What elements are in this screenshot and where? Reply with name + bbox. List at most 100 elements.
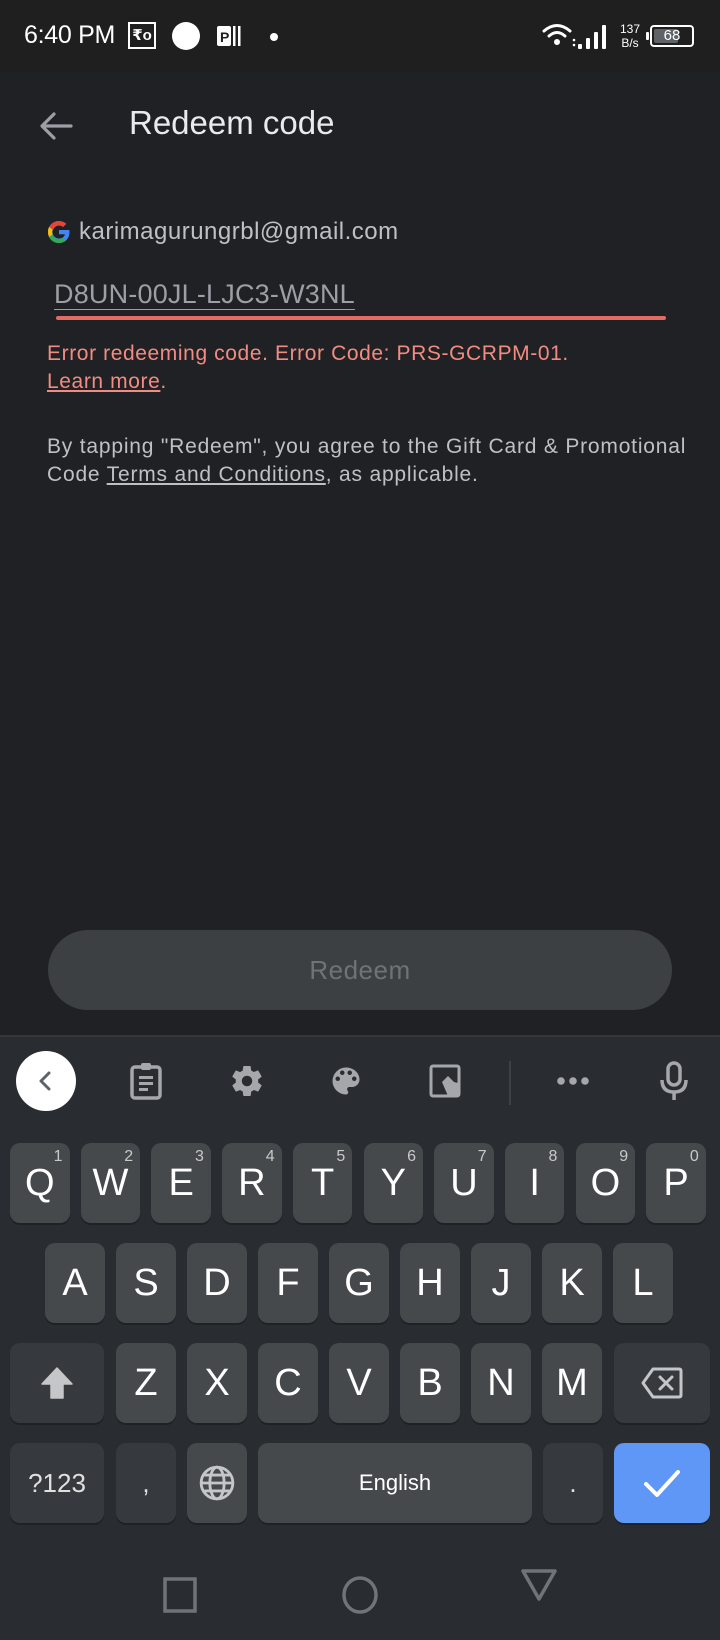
code-input[interactable] xyxy=(54,270,664,318)
key-hint: 7 xyxy=(477,1148,487,1165)
key-hint: 5 xyxy=(336,1148,346,1165)
settings-button[interactable] xyxy=(225,1059,269,1103)
network-speed: 137 B/s xyxy=(617,22,643,50)
error-suffix: . xyxy=(160,370,167,393)
key-hint: 1 xyxy=(53,1148,63,1165)
key-d[interactable]: D xyxy=(187,1243,247,1323)
terms-suffix: , as applicable. xyxy=(325,463,479,486)
key-hint: 0 xyxy=(689,1148,699,1165)
learn-more-link[interactable]: Learn more xyxy=(47,370,160,393)
shift-icon xyxy=(41,1367,73,1399)
terms-text: By tapping "Redeem", you agree to the Gi… xyxy=(47,433,697,489)
period-key[interactable]: . xyxy=(543,1443,603,1523)
key-label: W xyxy=(92,1161,129,1204)
key-label: O xyxy=(590,1161,621,1204)
home-button[interactable] xyxy=(335,1570,385,1620)
shift-key[interactable] xyxy=(10,1343,104,1423)
account-row: karimagurungrbl@gmail.com xyxy=(47,218,399,246)
key-n[interactable]: N xyxy=(471,1343,531,1423)
status-bar: 6:40 PM ₹o P 137 B/s 68 xyxy=(0,0,720,72)
terms-link[interactable]: Terms and Conditions xyxy=(107,463,326,486)
key-hint: 4 xyxy=(265,1148,275,1165)
theme-button[interactable] xyxy=(324,1059,368,1103)
one-handed-mode-button[interactable] xyxy=(424,1059,468,1103)
arrow-left-icon xyxy=(40,112,73,140)
key-k[interactable]: K xyxy=(542,1243,602,1323)
key-m[interactable]: M xyxy=(542,1343,602,1423)
battery-level: 68 xyxy=(663,27,681,44)
back-triangle-icon xyxy=(521,1569,557,1601)
key-h[interactable]: H xyxy=(400,1243,460,1323)
globe-icon xyxy=(199,1465,235,1501)
back-button[interactable] xyxy=(34,104,78,148)
language-key[interactable] xyxy=(187,1443,247,1523)
key-c[interactable]: C xyxy=(258,1343,318,1423)
clipboard-button[interactable] xyxy=(124,1059,168,1103)
account-email: karimagurungrbl@gmail.com xyxy=(79,218,399,245)
key-q[interactable]: Q1 xyxy=(10,1143,70,1223)
microphone-icon xyxy=(660,1061,688,1100)
key-v[interactable]: V xyxy=(329,1343,389,1423)
key-label: T xyxy=(310,1161,335,1204)
rupee-icon: ₹o xyxy=(128,22,156,49)
code-field[interactable] xyxy=(54,270,666,326)
symbols-key[interactable]: ?123 xyxy=(10,1443,104,1523)
network-speed-value: 137 xyxy=(619,22,641,36)
key-y[interactable]: Y6 xyxy=(363,1143,423,1223)
key-f[interactable]: F xyxy=(258,1243,318,1323)
key-label: U xyxy=(450,1161,478,1204)
key-s[interactable]: S xyxy=(116,1243,176,1323)
gear-icon xyxy=(232,1066,262,1097)
key-a[interactable]: A xyxy=(45,1243,105,1323)
key-e[interactable]: E3 xyxy=(151,1143,211,1223)
toolbar-divider xyxy=(509,1061,511,1105)
enter-key[interactable] xyxy=(614,1443,710,1523)
key-b[interactable]: B xyxy=(400,1343,460,1423)
key-hint: 9 xyxy=(619,1148,629,1165)
key-g[interactable]: G xyxy=(329,1243,389,1323)
battery-icon: 68 xyxy=(646,25,694,47)
key-o[interactable]: O9 xyxy=(575,1143,636,1223)
backspace-key[interactable] xyxy=(614,1343,710,1423)
signal-icon xyxy=(578,25,606,49)
recents-button[interactable] xyxy=(155,1570,205,1620)
nav-back-button[interactable] xyxy=(514,1560,564,1610)
keyboard: Q1W2E3R4T5Y6U7I8O9P0 ASDFGHJKL ZXCVBNM ?… xyxy=(0,1035,720,1640)
comma-key[interactable]: , xyxy=(116,1443,176,1523)
voice-input-button[interactable] xyxy=(652,1059,696,1103)
key-label: Y xyxy=(380,1161,406,1204)
key-label: Q xyxy=(24,1161,55,1204)
key-u[interactable]: U7 xyxy=(434,1143,494,1223)
google-logo-icon xyxy=(48,221,70,243)
key-z[interactable]: Z xyxy=(116,1343,176,1423)
clipboard-icon xyxy=(130,1063,162,1100)
key-hint: 8 xyxy=(548,1148,558,1165)
redeem-button[interactable]: Redeem xyxy=(48,930,672,1010)
code-field-error-underline xyxy=(56,316,666,320)
key-j[interactable]: J xyxy=(471,1243,531,1323)
key-w[interactable]: W2 xyxy=(80,1143,141,1223)
keyboard-toolbar xyxy=(0,1037,720,1123)
space-key[interactable]: English xyxy=(258,1443,532,1523)
key-hint: 2 xyxy=(124,1148,134,1165)
key-r[interactable]: R4 xyxy=(222,1143,282,1223)
key-x[interactable]: X xyxy=(187,1343,247,1423)
key-l[interactable]: L xyxy=(613,1243,673,1323)
key-label: P xyxy=(663,1161,689,1204)
home-icon xyxy=(342,1576,378,1614)
palette-icon xyxy=(332,1067,360,1095)
recents-icon xyxy=(163,1577,197,1613)
key-hint: 6 xyxy=(407,1148,416,1165)
collapse-toolbar-button[interactable] xyxy=(16,1051,76,1111)
p-app-icon: P xyxy=(217,26,241,46)
chevron-left-icon xyxy=(39,1071,51,1091)
key-t[interactable]: T5 xyxy=(292,1143,353,1223)
circle-icon xyxy=(172,22,200,50)
network-speed-unit: B/s xyxy=(621,36,639,50)
key-p[interactable]: P0 xyxy=(646,1143,706,1223)
more-button[interactable] xyxy=(551,1059,595,1103)
key-i[interactable]: I8 xyxy=(504,1143,565,1223)
key-label: R xyxy=(238,1161,266,1204)
dot-icon xyxy=(270,33,278,41)
svg-text:P: P xyxy=(220,29,229,45)
